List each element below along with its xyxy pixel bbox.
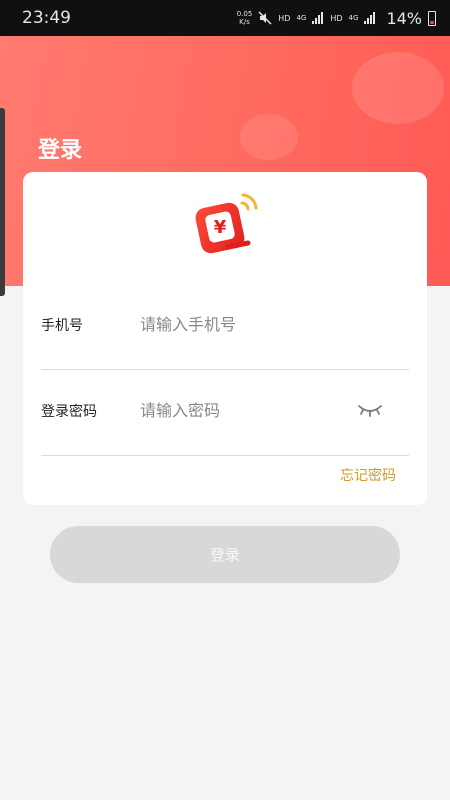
phone-input[interactable] [140,310,340,338]
eye-closed-icon[interactable] [356,400,384,420]
password-field-row: 登录密码 [41,370,409,456]
network-speed: 0.05 K/s [237,10,253,26]
forgot-password-link[interactable]: 忘记密码 [340,465,396,485]
network-speed-value: 0.05 [236,10,253,18]
battery-icon [428,10,436,26]
decorative-bubble [240,114,298,160]
hd-label: HD [330,13,343,23]
status-bar: 23:49 0.05 K/s HD 4G HD 4G 14% [0,0,450,36]
edge-handle[interactable] [0,108,5,296]
network-generation-label: 4G [348,14,359,22]
mute-icon [258,11,272,25]
status-time: 23:49 [22,8,71,28]
signal-icon [364,12,376,24]
battery-percent: 14% [386,8,422,28]
decorative-bubble [352,52,444,124]
page-title: 登录 [38,138,83,163]
wallet-yuan-icon: ¥ [195,193,258,254]
hd-label: HD [278,13,291,23]
login-card: ¥ 手机号 登录密码 忘记密码 [23,172,427,505]
password-input[interactable] [140,396,340,424]
network-speed-unit: K/s [239,18,250,26]
status-indicators: 0.05 K/s HD 4G HD 4G 14% [237,9,436,28]
phone-field-row: 手机号 [41,284,409,370]
logo-glyph: ¥ [214,217,227,238]
password-label: 登录密码 [41,404,97,420]
login-button[interactable]: 登录 [50,526,400,583]
phone-label: 手机号 [41,318,83,334]
network-generation-label: 4G [296,14,307,22]
signal-icon [312,12,324,24]
